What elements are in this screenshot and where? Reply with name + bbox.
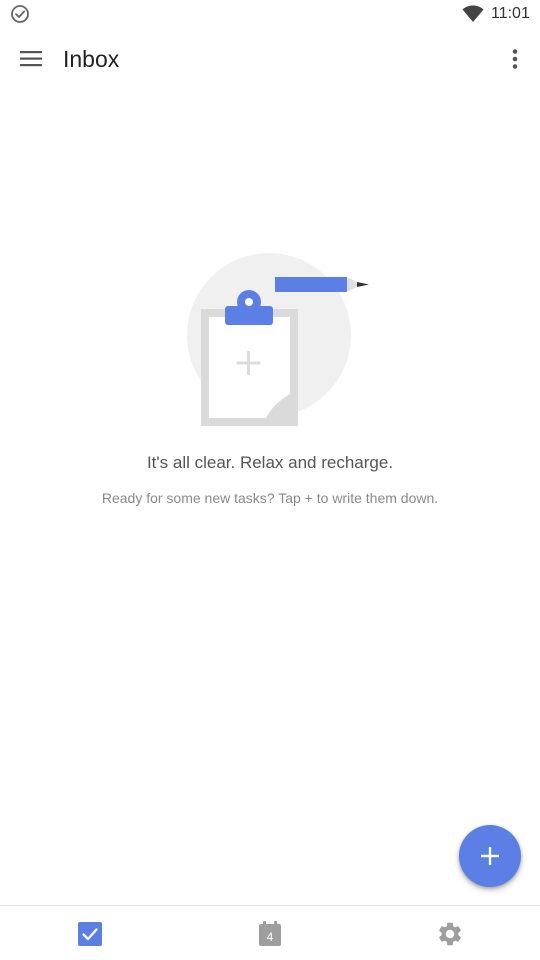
page-title: Inbox [63, 46, 120, 72]
calendar-badge-number: 4 [266, 929, 274, 944]
add-task-fab[interactable] [459, 825, 521, 887]
menu-icon [20, 51, 42, 67]
check-circle-icon [11, 5, 29, 23]
empty-state-subtitle: Ready for some new tasks? Tap + to write… [101, 490, 439, 506]
gear-icon [439, 922, 461, 945]
clipboard-pencil-illustration [187, 253, 369, 426]
overflow-menu-button[interactable] [500, 42, 530, 76]
menu-button[interactable] [14, 42, 48, 76]
checkbox-icon [78, 921, 102, 946]
empty-state-title: It's all clear. Relax and recharge. [146, 453, 394, 472]
nav-tasks[interactable] [0, 906, 180, 960]
status-time: 11:01 [491, 5, 530, 22]
nav-settings[interactable] [360, 906, 540, 960]
calendar-icon: 4 [258, 920, 282, 947]
status-bar: 11:01 [0, 0, 540, 28]
bottom-navigation: 4 [0, 905, 540, 960]
nav-calendar[interactable]: 4 [180, 906, 360, 960]
more-vert-icon [512, 49, 518, 69]
wifi-icon [462, 5, 484, 22]
plus-icon [481, 847, 499, 865]
app-bar: Inbox [0, 28, 540, 88]
